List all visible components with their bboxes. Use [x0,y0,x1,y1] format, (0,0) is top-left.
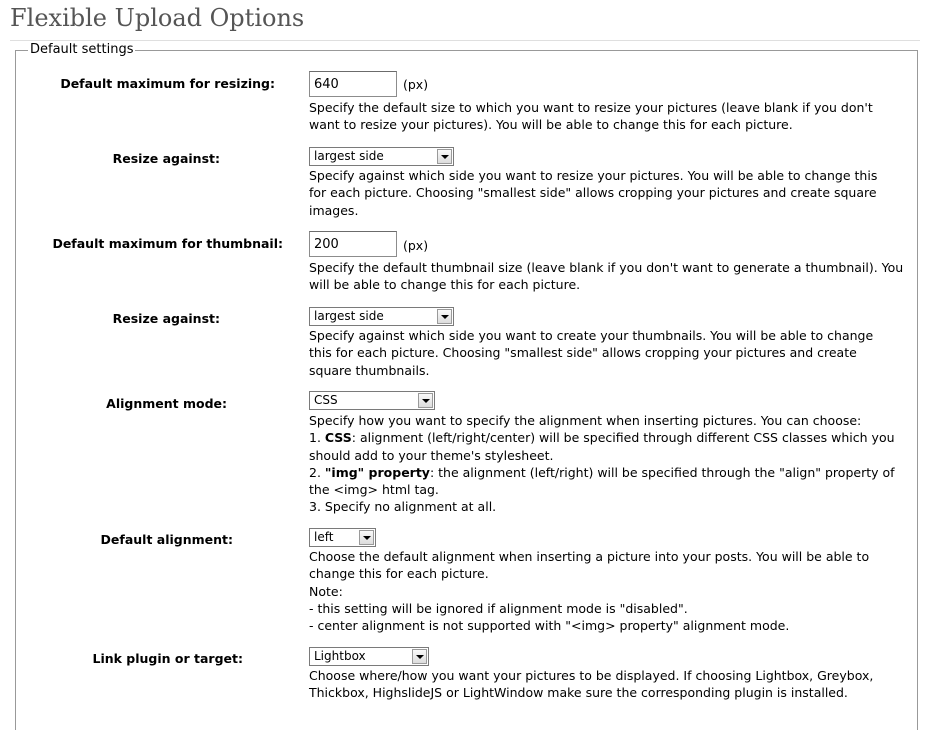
thumb-max-label: Default maximum for thumbnail: [52,236,283,251]
link-plugin-desc-line: Thickbox, HighslideJS or LightWindow mak… [309,685,848,701]
chevron-down-icon[interactable] [437,149,452,164]
option-number: 1. [309,430,325,446]
link-plugin-label: Link plugin or target: [92,651,243,666]
chevron-down-icon[interactable] [412,649,427,664]
thumb-max-desc-line: will be able to change this for each pic… [309,277,581,293]
resize-max-desc-line: want to resize your pictures). You will … [309,117,793,133]
align-mode-option-css-cont: should add to your theme's stylesheet. [309,447,554,463]
thumb-against-desc-line: square thumbnails. [309,362,430,378]
link-plugin-selected: Lightbox [314,649,366,663]
thumb-max-unit: (px) [403,238,429,253]
default-align-desc-line: Choose the default alignment when insert… [309,549,870,564]
default-align-desc-line: Note: [309,583,343,599]
chevron-down-icon[interactable] [437,309,452,324]
align-mode-option-img: 2. "img" property: the alignment (left/r… [309,464,909,481]
thumb-against-desc-line: Specify against which side you want to c… [309,328,874,343]
thumb-against-desc-line: this for each picture. Choosing "smalles… [309,345,857,361]
thumb-max-input[interactable] [309,231,397,257]
default-align-label: Default alignment: [100,532,233,547]
resize-against-label: Resize against: [112,151,220,166]
default-align-description: Choose the default alignment when insert… [309,548,909,634]
title-divider [10,40,920,41]
thumb-against-selected: largest side [314,309,384,323]
thumb-max-description: Specify the default thumbnail size (leav… [309,259,909,294]
chevron-down-icon[interactable] [359,530,374,545]
option-css-name: CSS [324,430,352,446]
default-align-desc-line: - this setting will be ignored if alignm… [309,600,688,616]
align-mode-select[interactable]: CSS [309,391,435,410]
resize-against-select[interactable]: largest side [309,147,454,166]
default-align-desc-line: - center alignment is not supported with… [309,618,790,634]
resize-against-desc-line: images. [309,202,359,218]
resize-max-input[interactable] [309,71,397,97]
option-img-text: : the alignment (left/right) will be spe… [429,464,895,480]
thumb-against-label: Resize against: [112,311,220,326]
thumb-max-desc-line: Specify the default thumbnail size (leav… [309,260,904,275]
chevron-down-icon[interactable] [418,393,433,408]
align-mode-label: Alignment mode: [106,396,227,411]
align-mode-option-img-cont: the <img> html tag. [309,482,439,498]
resize-max-description: Specify the default size to which you wa… [309,99,909,134]
resize-against-selected: largest side [314,149,384,163]
resize-against-desc-line: for each picture. Choosing "smallest sid… [309,185,877,201]
link-plugin-select[interactable]: Lightbox [309,647,429,666]
default-align-selected: left [314,530,334,544]
link-plugin-desc-line: Choose where/how you want your pictures … [309,668,874,683]
option-number: 2. [309,464,325,480]
default-align-select[interactable]: left [309,528,376,547]
page-title: Flexible Upload Options [10,4,305,32]
option-img-name: "img" property [324,464,430,480]
align-mode-option-css: 1. CSS: alignment (left/right/center) wi… [309,429,909,446]
thumb-against-description: Specify against which side you want to c… [309,327,909,379]
align-mode-description: Specify how you want to specify the alig… [309,412,909,516]
resize-max-desc-line: Specify the default size to which you wa… [309,100,873,115]
option-css-text: : alignment (left/right/center) will be … [351,430,895,446]
fieldset-legend: Default settings [28,42,136,57]
resize-against-desc-line: Specify against which side you want to r… [309,168,878,183]
default-align-desc-line: change this for each picture. [309,566,489,582]
resize-max-label: Default maximum for resizing: [60,76,275,91]
align-mode-intro: Specify how you want to specify the alig… [309,413,862,428]
align-mode-selected: CSS [314,393,338,407]
thumb-against-select[interactable]: largest side [309,307,454,326]
resize-max-unit: (px) [403,77,429,92]
link-plugin-description: Choose where/how you want your pictures … [309,667,909,702]
resize-against-description: Specify against which side you want to r… [309,167,909,219]
align-mode-option-none: 3. Specify no alignment at all. [309,499,497,515]
